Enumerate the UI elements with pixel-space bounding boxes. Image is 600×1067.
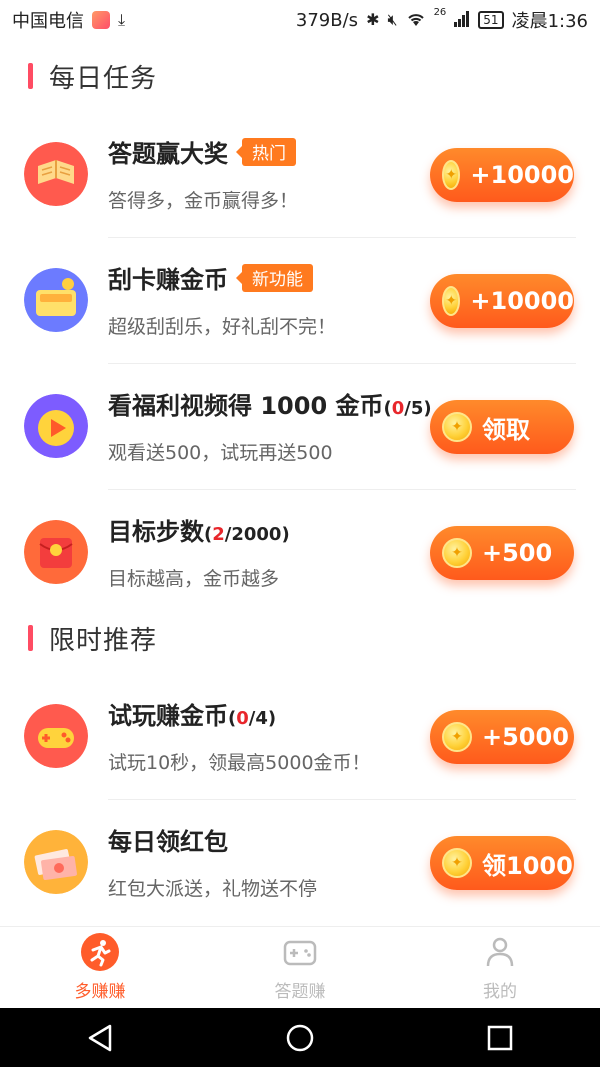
task-content: 每日任务 答题赢大奖 热门 答得多，金币赢得多！ ✦ +10000 刮卡赚金币 … bbox=[0, 40, 600, 926]
section-title: 限时推荐 bbox=[49, 625, 158, 656]
task-title: 试玩赚金币(0/4) bbox=[108, 696, 276, 731]
system-nav-bar bbox=[0, 1008, 600, 1067]
carrier-name: 中国电信 bbox=[12, 11, 84, 32]
mute-icon: 🔇︎ bbox=[387, 10, 398, 29]
coin-icon: ✦ bbox=[442, 160, 461, 190]
recents-button[interactable] bbox=[470, 1018, 530, 1058]
signal-icon bbox=[454, 10, 470, 30]
task-item-step-goal[interactable]: 目标步数(2/2000) 目标越高，金币越多 ✦ +500 bbox=[0, 490, 600, 616]
home-button[interactable] bbox=[270, 1018, 330, 1058]
progress-current: 2 bbox=[212, 524, 225, 545]
task-title: 看福利视频得 1000 金币(0/5) bbox=[108, 386, 432, 421]
red-envelope-icon bbox=[24, 520, 88, 584]
reward-label: +10000 bbox=[470, 287, 574, 315]
money-icon bbox=[24, 830, 88, 894]
claim-button[interactable]: ✦ 领取 bbox=[430, 400, 574, 454]
gamepad-icon bbox=[24, 704, 88, 768]
coin-icon: ✦ bbox=[442, 538, 472, 568]
task-item-trial-play[interactable]: 试玩赚金币(0/4) 试玩10秒，领最高5000金币！ ✦ +5000 bbox=[0, 674, 600, 800]
task-subtitle: 观看送500，试玩再送500 bbox=[108, 442, 333, 464]
recents-square-icon bbox=[487, 1025, 513, 1050]
back-button[interactable] bbox=[70, 1018, 130, 1058]
task-title-text: 试玩赚金币 bbox=[108, 702, 228, 730]
reward-button[interactable]: ✦ +10000 bbox=[430, 274, 574, 328]
progress-current: 0 bbox=[391, 398, 405, 419]
task-progress: (2/2000) bbox=[204, 524, 290, 545]
reward-label: 领取 bbox=[482, 415, 530, 444]
section-header-limited: 限时推荐 bbox=[28, 618, 157, 658]
task-subtitle: 试玩10秒，领最高5000金币！ bbox=[108, 752, 371, 774]
task-title: 目标步数(2/2000) bbox=[108, 512, 290, 547]
running-person-icon bbox=[81, 933, 119, 971]
status-bar: 中国电信 ⤓ 379B/s ✱ 🔇︎ 26 51 凌晨1:36 bbox=[0, 0, 600, 40]
progress-current: 0 bbox=[236, 708, 249, 729]
reward-label: +10000 bbox=[470, 161, 574, 189]
coin-icon: ✦ bbox=[442, 848, 472, 878]
task-title-text: 看福利视频得 1000 金币 bbox=[108, 392, 384, 420]
task-title-text: 目标步数 bbox=[108, 518, 204, 546]
home-circle-icon bbox=[286, 1024, 314, 1051]
tab-label: 多赚赚 bbox=[74, 982, 126, 1002]
book-icon bbox=[24, 142, 88, 206]
tab-label: 答题赚 bbox=[274, 982, 326, 1002]
reward-label: 领1000 bbox=[482, 851, 573, 880]
section-accent-bar bbox=[28, 625, 33, 651]
task-item-welfare-video[interactable]: 看福利视频得 1000 金币(0/5) 观看送500，试玩再送500 ✦ 领取 bbox=[0, 364, 600, 490]
reward-button[interactable]: ✦ +5000 bbox=[430, 710, 574, 764]
task-subtitle: 目标越高，金币越多 bbox=[108, 568, 280, 590]
coin-icon: ✦ bbox=[442, 286, 461, 316]
tab-label: 我的 bbox=[483, 982, 517, 1002]
reward-label: +5000 bbox=[482, 723, 569, 751]
task-item-quiz[interactable]: 答题赢大奖 热门 答得多，金币赢得多！ ✦ +10000 bbox=[0, 112, 600, 238]
battery-icon: 51 bbox=[478, 11, 504, 29]
task-subtitle: 答得多，金币赢得多！ bbox=[108, 190, 299, 212]
tab-quiz-earn[interactable]: 答题赚 bbox=[200, 927, 400, 1008]
scratch-card-icon bbox=[24, 268, 88, 332]
tab-mine[interactable]: 我的 bbox=[400, 927, 600, 1008]
wifi-icon bbox=[406, 11, 426, 30]
reward-label: +500 bbox=[482, 539, 553, 567]
bottom-tab-bar: 多赚赚 答题赚 我的 bbox=[0, 926, 600, 1008]
person-icon bbox=[486, 937, 514, 967]
gamepad-icon bbox=[283, 940, 317, 966]
progress-total: /2000 bbox=[224, 524, 282, 545]
task-item-scratch-card[interactable]: 刮卡赚金币 新功能 超级刮刮乐，好礼刮不完！ ✦ +10000 bbox=[0, 238, 600, 364]
task-subtitle: 红包大派送，礼物送不停 bbox=[108, 878, 318, 900]
section-title: 每日任务 bbox=[49, 63, 158, 94]
app-notification-icon bbox=[92, 11, 110, 29]
coin-icon: ✦ bbox=[442, 412, 472, 442]
task-item-daily-red-packet[interactable]: 每日领红包 红包大派送，礼物送不停 ✦ 领1000 bbox=[0, 800, 600, 926]
network-type: 26 bbox=[433, 7, 447, 18]
back-triangle-icon bbox=[88, 1024, 112, 1051]
coin-icon: ✦ bbox=[442, 722, 472, 752]
video-play-icon bbox=[24, 394, 88, 458]
reward-button[interactable]: ✦ +10000 bbox=[430, 148, 574, 202]
tab-earn-more[interactable]: 多赚赚 bbox=[0, 927, 200, 1008]
task-progress: (0/4) bbox=[228, 708, 277, 729]
section-header-daily: 每日任务 bbox=[28, 56, 157, 96]
reward-button[interactable]: ✦ 领1000 bbox=[430, 836, 574, 890]
download-icon: ⤓ bbox=[118, 10, 126, 29]
section-accent-bar bbox=[28, 63, 33, 89]
hot-badge: 热门 bbox=[236, 137, 296, 166]
task-subtitle: 超级刮刮乐，好礼刮不完！ bbox=[108, 316, 337, 338]
task-progress: (0/5) bbox=[383, 398, 432, 419]
progress-total: /5 bbox=[404, 398, 424, 419]
reward-button[interactable]: ✦ +500 bbox=[430, 526, 574, 580]
network-speed: 379B/s bbox=[295, 9, 359, 31]
new-feature-badge: 新功能 bbox=[236, 263, 313, 292]
task-title: 每日领红包 bbox=[108, 828, 228, 856]
bluetooth-icon: ✱ bbox=[366, 10, 380, 29]
task-title: 刮卡赚金币 bbox=[108, 266, 228, 294]
task-title: 答题赢大奖 bbox=[108, 140, 228, 168]
progress-total: /4 bbox=[248, 708, 268, 729]
clock: 凌晨1:36 bbox=[511, 11, 588, 32]
